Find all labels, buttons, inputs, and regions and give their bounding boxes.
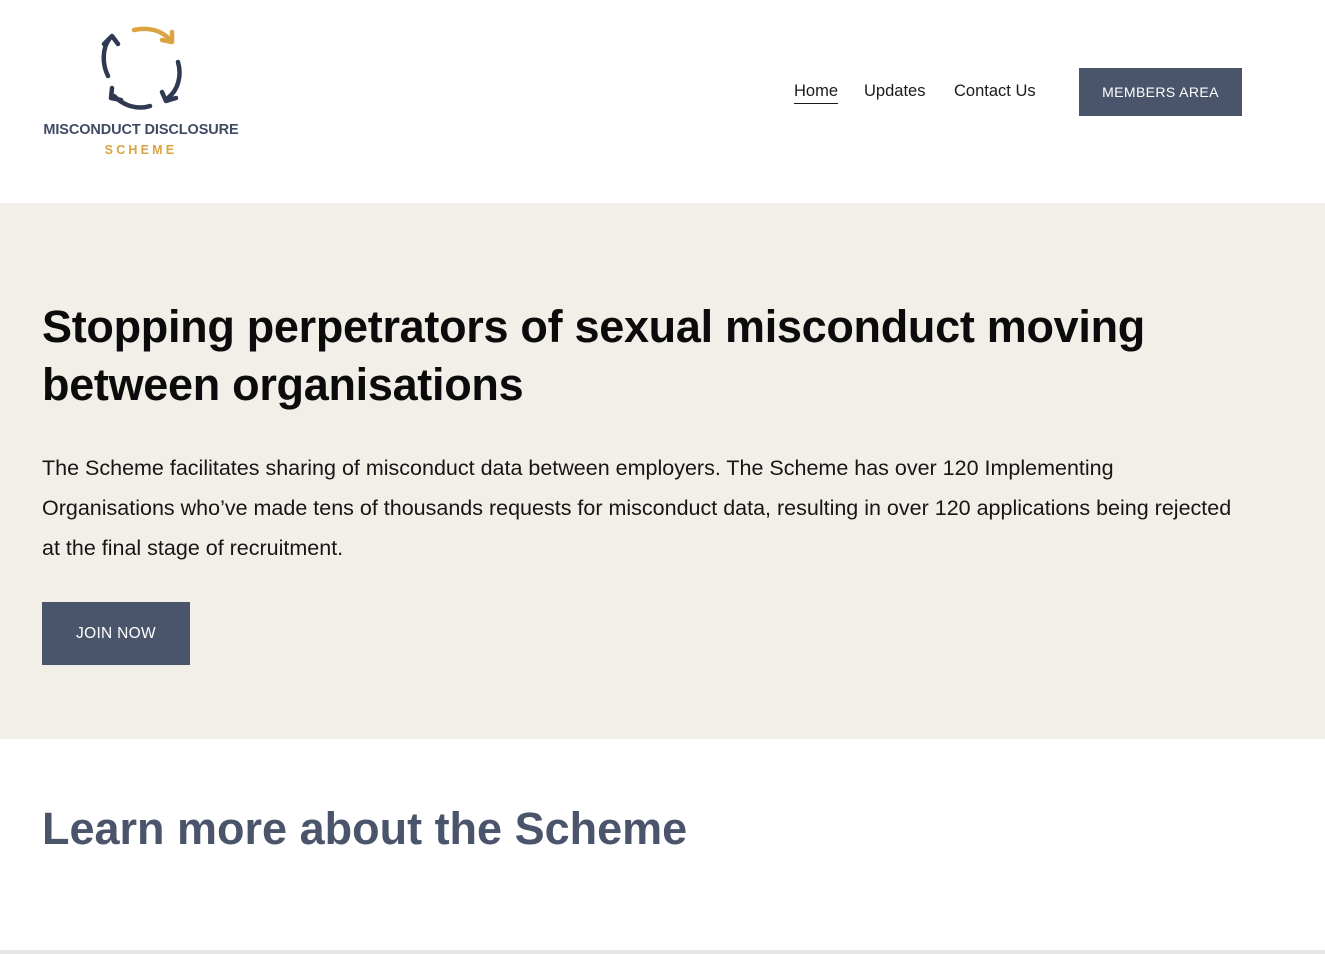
join-now-button[interactable]: JOIN NOW xyxy=(42,602,190,665)
nav-home-link[interactable]: Home xyxy=(794,80,839,104)
nav-contact-link[interactable]: Contact Us xyxy=(954,80,1036,102)
learn-more-heading: Learn more about the Scheme xyxy=(42,803,688,854)
hero-title: Stopping perpetrators of sexual miscondu… xyxy=(42,301,1145,410)
page: MISCONDUCT DISCLOSURE SCHEME Home Update… xyxy=(0,0,1325,954)
nav-updates-link[interactable]: Updates xyxy=(864,80,925,102)
cycle-arrows-icon xyxy=(101,26,182,110)
site-logo[interactable]: MISCONDUCT DISCLOSURE SCHEME xyxy=(42,24,240,164)
logo-subtitle: SCHEME xyxy=(104,143,178,157)
hero-section: Stopping perpetrators of sexual miscondu… xyxy=(0,203,1325,739)
hero-description: The Scheme facilitates sharing of miscon… xyxy=(42,456,1232,560)
members-area-button[interactable]: MEMBERS AREA xyxy=(1079,68,1242,116)
logo-title: MISCONDUCT DISCLOSURE xyxy=(43,122,239,138)
section-divider xyxy=(0,950,1325,954)
site-header: MISCONDUCT DISCLOSURE SCHEME Home Update… xyxy=(0,0,1325,203)
